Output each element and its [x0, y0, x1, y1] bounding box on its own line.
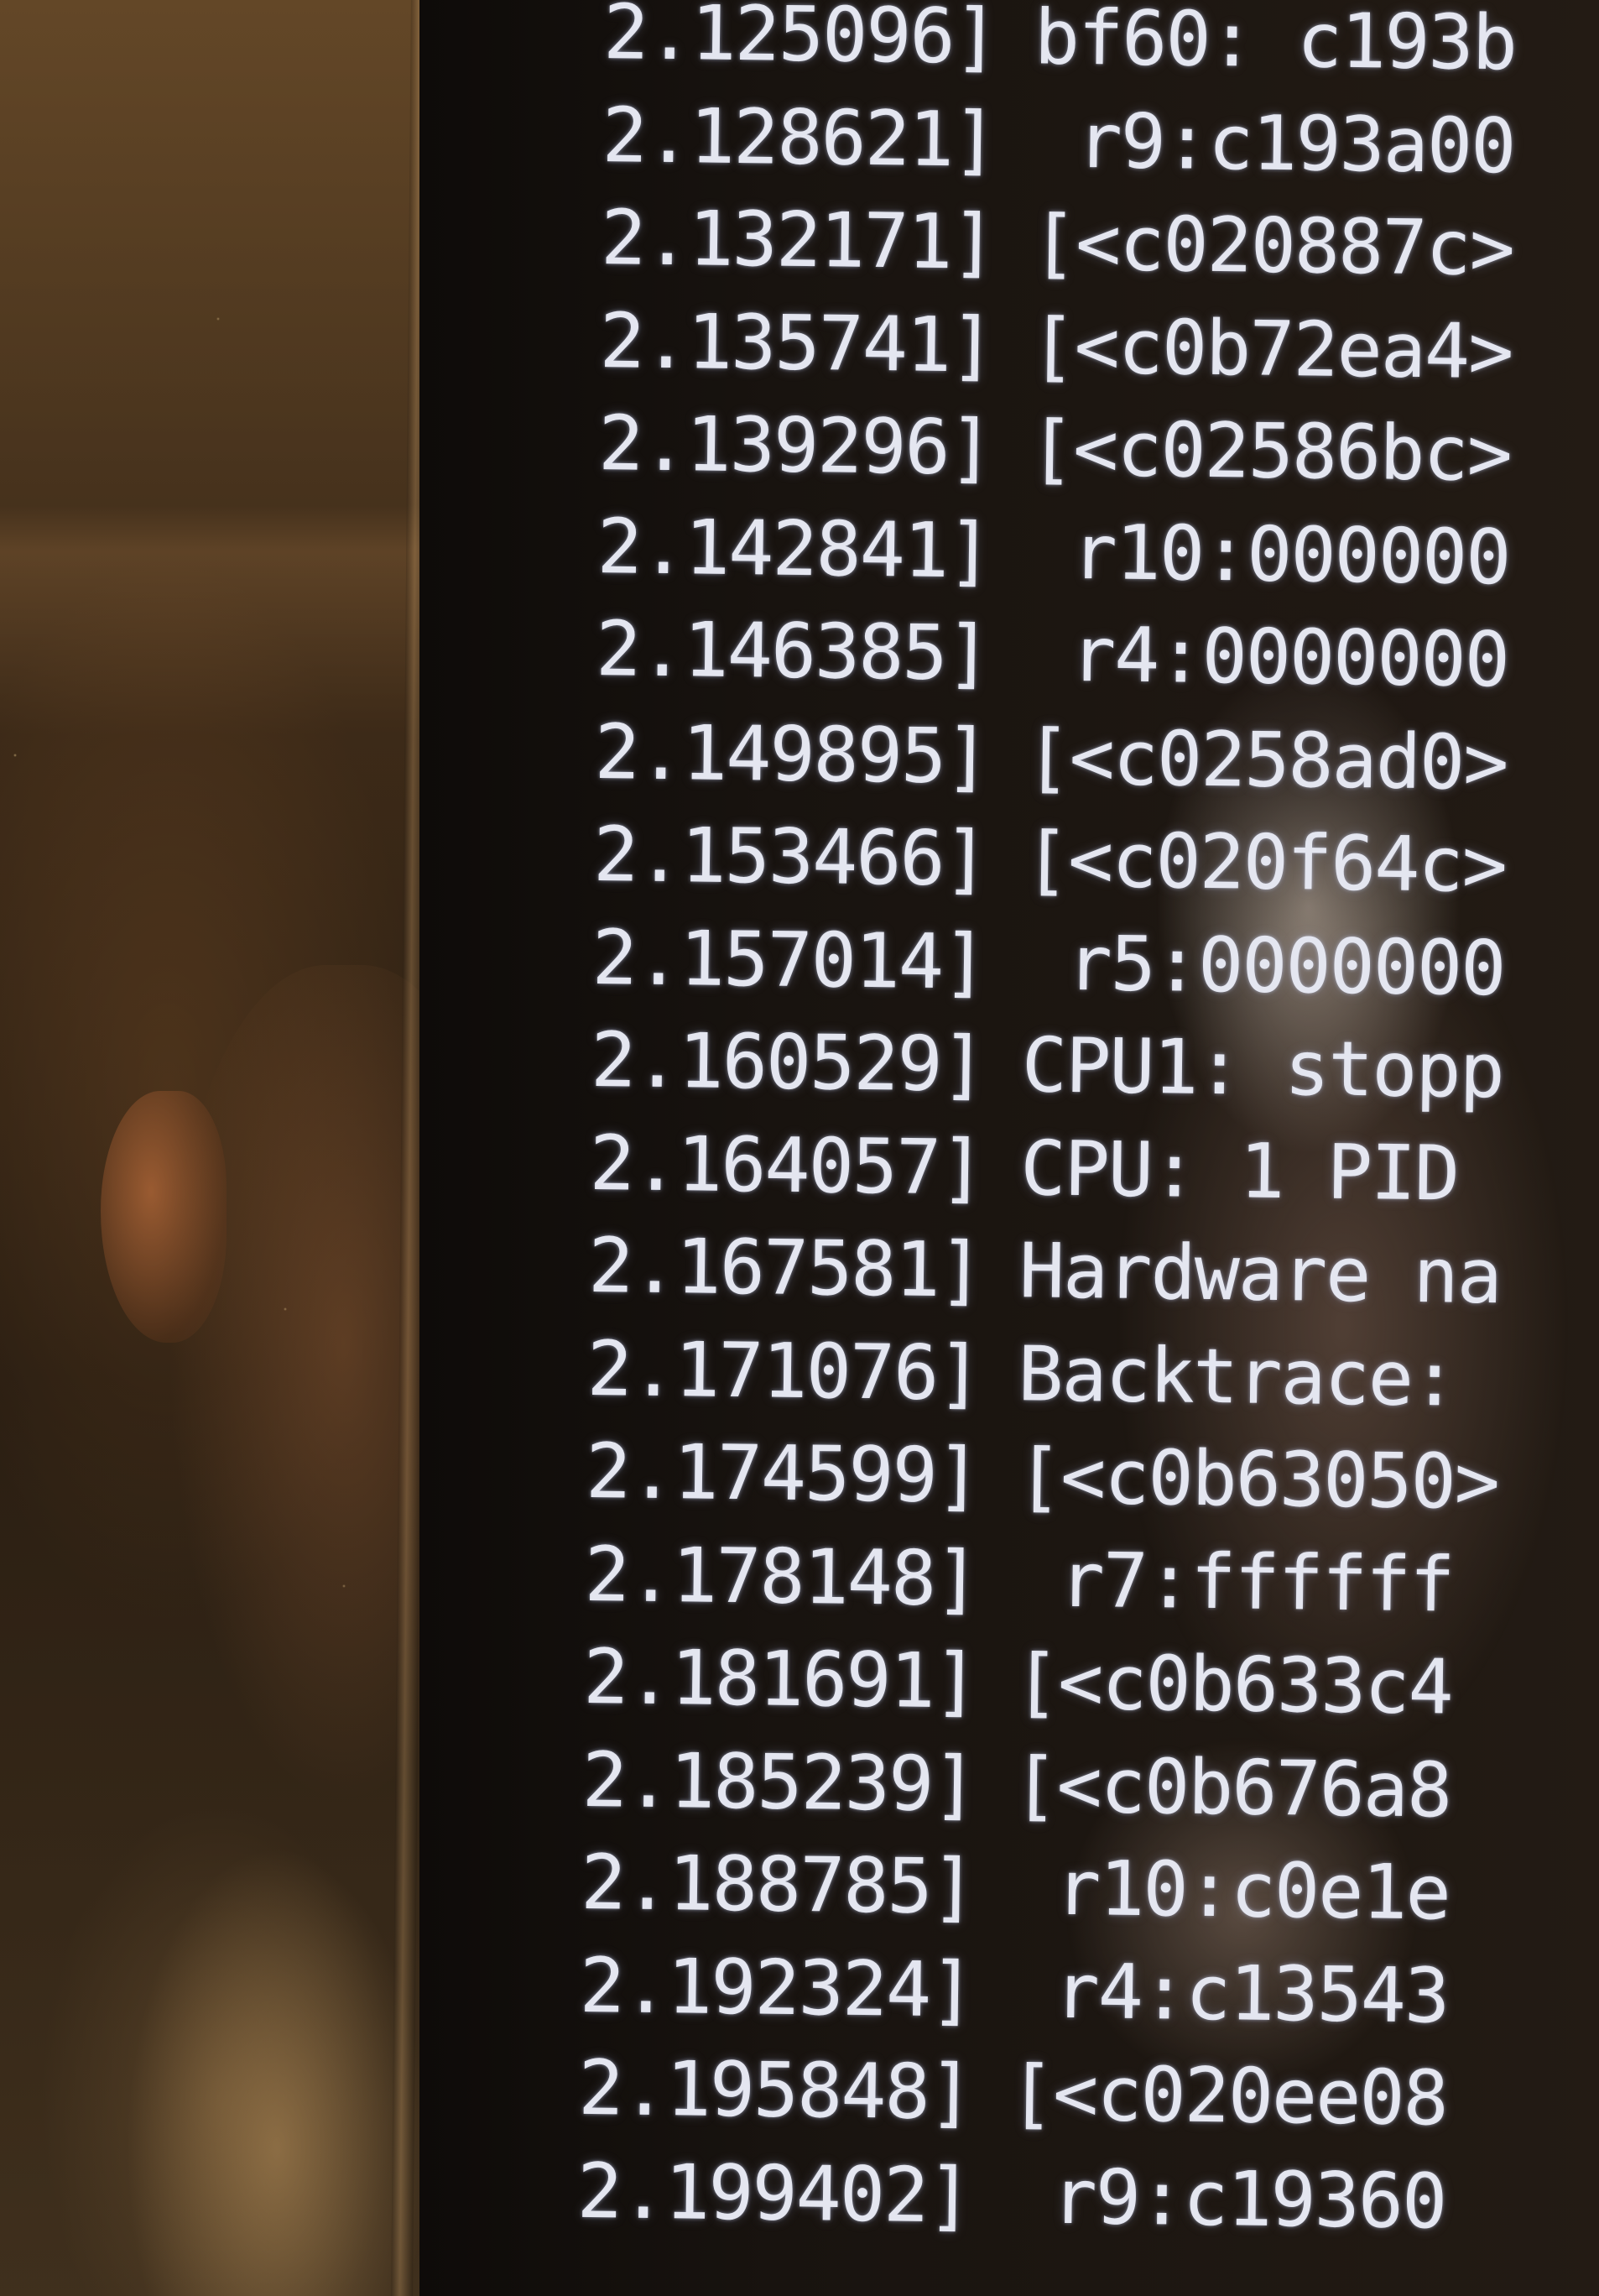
log-timestamp: 2.167581] [587, 1221, 983, 1315]
log-line: 2.135741] [<c0b72ea4> [599, 290, 1595, 404]
log-line: 2.149895] [<c0258ad0> [594, 701, 1590, 816]
log-line: 2.146385] r4:0000000 [596, 598, 1591, 713]
log-message: [<c0b72ea4> [1029, 301, 1513, 396]
log-line: 2.199402] r9:c19360 [576, 2140, 1572, 2255]
log-timestamp: 2.178148] [584, 1530, 980, 1624]
log-line: 2.178148] r7:ffffff [584, 1523, 1580, 1638]
log-message: r9:c19360 [1007, 2152, 1446, 2246]
log-line: 2.164057] CPU: 1 PID [589, 1112, 1585, 1227]
log-message: [<c020887c> [1031, 199, 1514, 294]
log-timestamp: 2.139296] [597, 399, 993, 493]
log-message: r10:000000 [1027, 507, 1511, 602]
log-line: 2.153466] [<c020f64c> [593, 804, 1589, 919]
log-line: 2.192324] r4:c13543 [579, 1934, 1575, 2049]
log-message: CPU: 1 PID [1019, 1124, 1459, 1218]
log-message: Hardware na [1018, 1227, 1502, 1322]
log-timestamp: 2.174599] [585, 1427, 981, 1521]
log-line: 2.185239] [<c0b676a8 [581, 1729, 1577, 1844]
kernel-log: 2.125096] bf60: c193b 2.128621] r9:c193a00… [576, 0, 1599, 2255]
log-message: [<c020f64c> [1023, 816, 1507, 911]
log-message: [<c0b633c4 [1013, 1638, 1453, 1732]
log-message: bf60: c193b [1034, 0, 1517, 88]
log-line: 2.128621] r9:c193a00 [602, 84, 1597, 199]
log-message: r10:c0e1e [1011, 1844, 1451, 1938]
log-timestamp: 2.128621] [602, 91, 997, 185]
log-line: 2.188785] r10:c0e1e [581, 1832, 1576, 1947]
log-message: [<c02586bc> [1029, 404, 1512, 499]
log-message: [<c020ee08 [1008, 2049, 1448, 2143]
log-line: 2.160529] CPU1: stopp [591, 1010, 1586, 1125]
log-timestamp: 2.132171] [600, 193, 996, 287]
log-message: [<c0b63050> [1016, 1432, 1499, 1527]
log-message: r7:ffffff [1014, 1535, 1454, 1630]
log-line: 2.125096] bf60: c193b [603, 0, 1599, 97]
log-timestamp: 2.199402] [576, 2147, 972, 2241]
log-timestamp: 2.157014] [591, 913, 987, 1007]
log-timestamp: 2.164057] [589, 1119, 985, 1213]
log-timestamp: 2.125096] [602, 0, 998, 81]
log-timestamp: 2.142841] [596, 502, 992, 596]
log-timestamp: 2.185239] [581, 1735, 977, 1829]
photo-scene: 2.125096] bf60: c193b 2.128621] r9:c193a00… [0, 0, 1599, 2296]
log-message: Backtrace: [1017, 1329, 1456, 1424]
log-line: 2.132171] [<c020887c> [601, 187, 1596, 302]
log-line: 2.174599] [<c0b63050> [586, 1421, 1581, 1536]
log-timestamp: 2.181691] [582, 1632, 978, 1726]
log-timestamp: 2.146385] [595, 604, 991, 698]
log-message: r4:c13543 [1009, 1946, 1449, 2040]
log-timestamp: 2.195848] [577, 2043, 973, 2137]
log-timestamp: 2.153466] [592, 810, 988, 904]
log-message: r9:c193a00 [1032, 96, 1516, 190]
log-timestamp: 2.171076] [586, 1324, 982, 1418]
log-line: 2.181691] [<c0b633c4 [583, 1626, 1579, 1741]
log-line: 2.142841] r10:000000 [596, 495, 1592, 610]
shoulder [126, 1846, 428, 2296]
log-timestamp: 2.188785] [580, 1838, 976, 1932]
log-line: 2.171076] Backtrace: [586, 1318, 1582, 1432]
log-line: 2.157014] r5:0000000 [591, 906, 1587, 1021]
log-line: 2.167581] Hardware na [588, 1215, 1584, 1330]
log-line: 2.139296] [<c02586bc> [598, 393, 1594, 508]
log-line: 2.195848] [<c020ee08 [578, 2038, 1574, 2152]
log-timestamp: 2.135741] [599, 296, 995, 390]
log-timestamp: 2.149895] [594, 707, 990, 801]
log-message: CPU1: stopp [1021, 1021, 1504, 1116]
log-message: r4:0000000 [1026, 610, 1509, 705]
log-message: [<c0258ad0> [1024, 712, 1508, 807]
log-timestamp: 2.160529] [590, 1015, 986, 1109]
log-message: [<c0b676a8 [1012, 1740, 1451, 1834]
log-timestamp: 2.192324] [579, 1941, 975, 2035]
log-message: r5:0000000 [1022, 918, 1506, 1013]
